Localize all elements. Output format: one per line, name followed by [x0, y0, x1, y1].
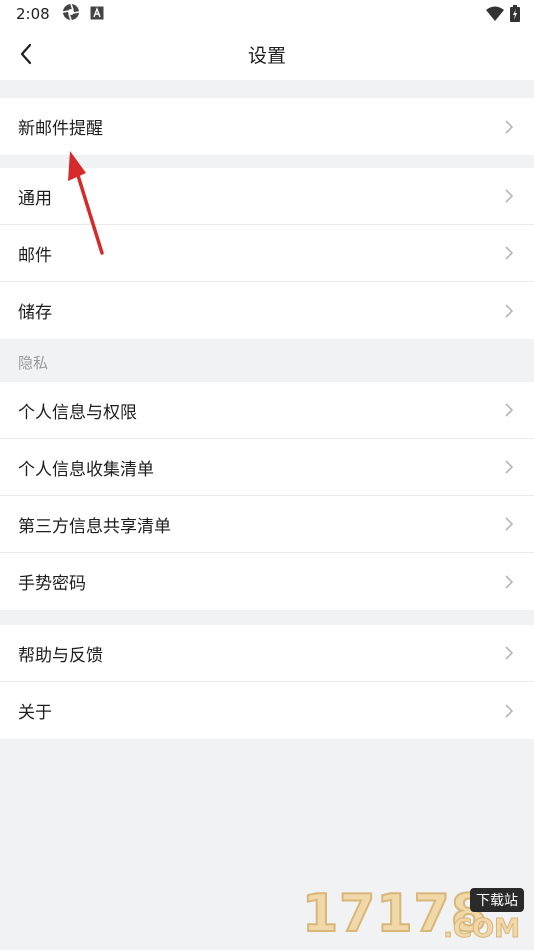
- settings-item-label: 个人信息与权限: [18, 402, 137, 423]
- settings-item-label: 手势密码: [18, 574, 86, 594]
- settings-item-personal-info-permissions[interactable]: 个人信息与权限: [0, 382, 534, 439]
- status-time: 2:08: [16, 5, 50, 23]
- status-bar: 2:08: [0, 0, 534, 28]
- settings-item-label: 关于: [18, 703, 52, 723]
- settings-item-about[interactable]: 关于: [0, 682, 534, 739]
- chevron-right-icon: [505, 574, 514, 589]
- settings-item-gesture-password[interactable]: 手势密码: [0, 553, 534, 610]
- settings-item-personal-info-collection-list[interactable]: 个人信息收集清单: [0, 439, 534, 496]
- settings-item-storage[interactable]: 储存: [0, 282, 534, 339]
- aperture-icon: [62, 3, 80, 25]
- chevron-right-icon: [505, 189, 514, 203]
- settings-item-label: 通用: [18, 188, 52, 209]
- chevron-left-icon: [20, 43, 32, 65]
- settings-item-label: 第三方信息共享清单: [18, 516, 171, 537]
- back-button[interactable]: [10, 38, 42, 70]
- settings-item-label: 储存: [18, 303, 52, 323]
- wifi-icon: [486, 6, 504, 26]
- a-badge-icon: [90, 5, 104, 24]
- settings-group-privacy: 个人信息与权限 个人信息收集清单 第三方信息共享清单 手势密码: [0, 382, 534, 610]
- chevron-right-icon: [505, 246, 514, 260]
- chevron-right-icon: [505, 119, 514, 134]
- chevron-right-icon: [505, 403, 514, 417]
- watermark-suffix: .COM: [443, 914, 521, 945]
- red-arrow-annotation: [68, 151, 104, 255]
- chevron-right-icon: [505, 517, 514, 531]
- settings-item-label: 帮助与反馈: [18, 645, 103, 666]
- settings-group-support: 帮助与反馈 关于: [0, 625, 534, 739]
- page-title: 设置: [247, 44, 286, 67]
- battery-charging-icon: [510, 5, 520, 26]
- chevron-right-icon: [505, 303, 514, 318]
- chevron-right-icon: [505, 646, 514, 660]
- chevron-right-icon: [505, 460, 514, 474]
- watermark-tag: 下载站: [470, 888, 524, 912]
- settings-item-label: 个人信息收集清单: [18, 459, 154, 480]
- settings-item-label: 邮件: [18, 245, 52, 266]
- settings-item-label: 新邮件提醒: [18, 119, 103, 139]
- chevron-right-icon: [505, 703, 514, 718]
- settings-item-help-feedback[interactable]: 帮助与反馈: [0, 625, 534, 682]
- top-nav-bar: 设置: [0, 28, 534, 80]
- settings-item-third-party-sharing-list[interactable]: 第三方信息共享清单: [0, 496, 534, 553]
- watermark-logo: 17178 下载站 .COM: [301, 883, 530, 948]
- section-header-privacy: 隐私: [18, 354, 49, 372]
